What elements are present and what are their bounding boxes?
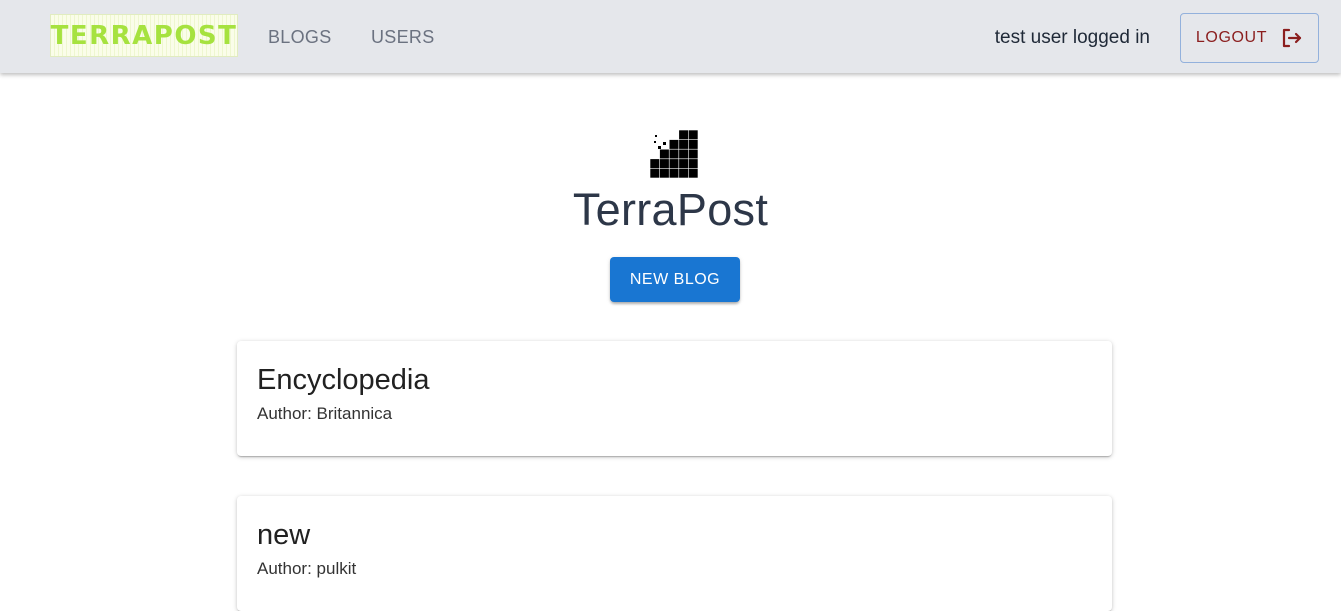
blog-title: Encyclopedia (257, 364, 430, 396)
nav-link-blogs[interactable]: BLOGS (268, 27, 332, 48)
page-title: TerraPost (572, 184, 769, 235)
nav-link-users[interactable]: USERS (371, 27, 435, 48)
blog-card[interactable]: Encyclopedia Author: Britannica (237, 341, 1112, 456)
blog-title: new (257, 519, 311, 551)
blog-author: Author: pulkit (257, 559, 357, 578)
pixel-stairs-logo-icon (650, 130, 698, 178)
blog-card[interactable]: new Author: pulkit (237, 496, 1112, 611)
login-status: test user logged in (994, 27, 1150, 48)
logout-icon (1282, 28, 1302, 48)
logout-label: LOGOUT (1195, 29, 1268, 46)
brand-logo[interactable]: TERRAPOST (50, 14, 238, 57)
app-bar: TERRAPOST BLOGS USERS test user logged i… (0, 0, 1341, 73)
blog-author: Author: Britannica (257, 404, 393, 423)
brand-logo-text: TERRAPOST (50, 20, 238, 51)
logout-button[interactable]: LOGOUT (1180, 13, 1319, 63)
new-blog-button[interactable]: NEW BLOG (610, 257, 740, 302)
